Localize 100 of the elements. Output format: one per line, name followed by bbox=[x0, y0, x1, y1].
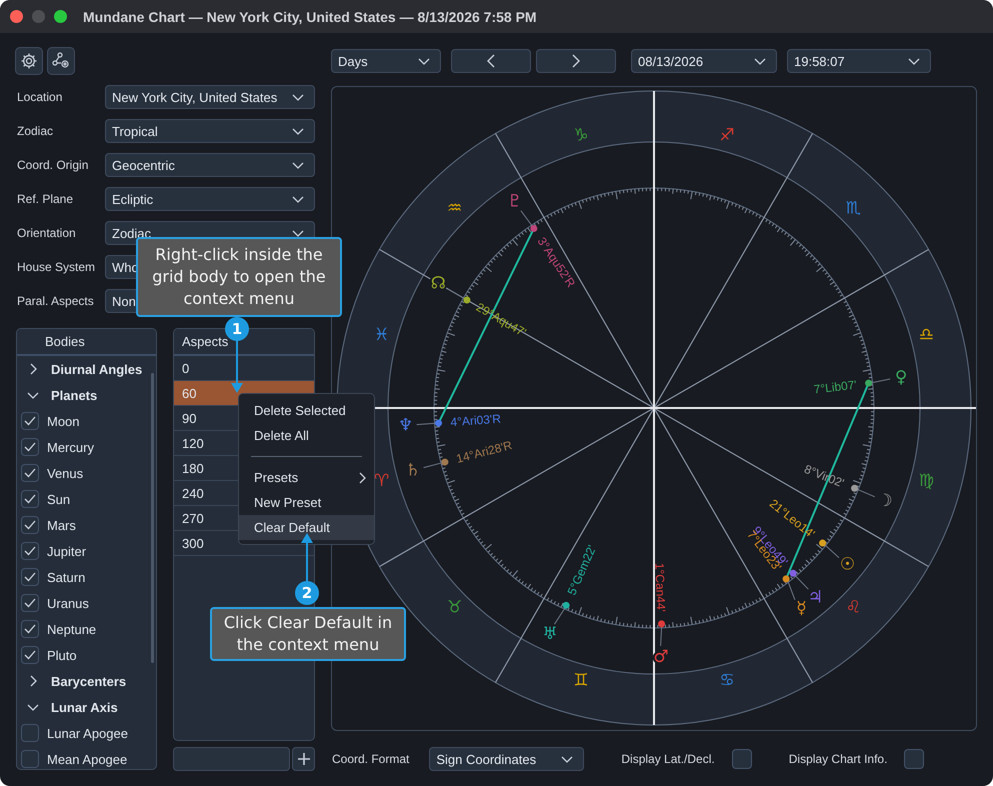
dropdown[interactable]: Ecliptic bbox=[105, 187, 315, 211]
checkbox[interactable] bbox=[21, 464, 39, 482]
plus-icon bbox=[296, 752, 310, 766]
chevron-down-icon bbox=[292, 94, 304, 100]
window-title: Mundane Chart — New York City, United States — 8/13/2026 7:58 PM bbox=[83, 8, 537, 24]
chevron-down-icon bbox=[561, 756, 574, 762]
group-label[interactable]: Diurnal Angles bbox=[51, 362, 142, 376]
dropdown[interactable]: Geocentric bbox=[105, 153, 315, 177]
menu-item[interactable]: Delete All bbox=[239, 423, 374, 448]
check-icon bbox=[24, 650, 36, 660]
planet-position-label: 1°Can44' bbox=[652, 562, 668, 612]
check-icon bbox=[24, 546, 36, 556]
checkbox[interactable] bbox=[904, 749, 924, 769]
chevron-down-icon bbox=[754, 58, 766, 64]
planet-symbol: ☉ bbox=[840, 554, 856, 575]
zoom-button[interactable] bbox=[54, 10, 67, 23]
menu-item[interactable]: Presets bbox=[239, 465, 374, 490]
zodiac-sign: ♍ bbox=[918, 470, 934, 491]
zodiac-sign: ♏ bbox=[846, 198, 862, 219]
zodiac-sign: ♋ bbox=[719, 670, 735, 690]
leader-line bbox=[447, 288, 465, 299]
chevron-down-icon bbox=[908, 58, 920, 64]
date-dropdown[interactable]: 08/13/2026 bbox=[631, 49, 777, 73]
dropdown[interactable]: Tropical bbox=[105, 119, 315, 143]
checkbox[interactable] bbox=[21, 594, 39, 612]
checkbox[interactable] bbox=[21, 750, 39, 768]
checkbox[interactable] bbox=[21, 620, 39, 638]
body-label: Saturn bbox=[47, 570, 86, 584]
planet-position-label: 4°Ari03'R bbox=[450, 412, 502, 430]
close-button[interactable] bbox=[10, 10, 23, 23]
leader-line bbox=[824, 544, 840, 558]
add-button[interactable] bbox=[292, 747, 315, 771]
check-icon bbox=[24, 416, 36, 426]
field-label: Coord. Format bbox=[332, 752, 410, 766]
dropdown[interactable]: Sign Coordinates bbox=[429, 747, 584, 771]
body-label: Lunar Apogee bbox=[47, 726, 128, 740]
zodiac-sign: ♐ bbox=[719, 126, 735, 146]
leader-line bbox=[423, 462, 442, 468]
planet-symbol: ♄ bbox=[405, 460, 421, 480]
dropdown[interactable]: New York City, United States bbox=[105, 85, 315, 109]
check-icon bbox=[24, 598, 36, 608]
body-label: Sun bbox=[47, 492, 70, 506]
callout-arrow bbox=[231, 339, 243, 393]
check-icon bbox=[24, 572, 36, 582]
body-label: Venus bbox=[47, 466, 84, 480]
planet-symbol: ♅ bbox=[542, 624, 558, 644]
planet-symbol: ♃ bbox=[808, 588, 823, 608]
field-label: Coord. Origin bbox=[16, 158, 90, 172]
checkbox[interactable] bbox=[21, 438, 39, 456]
field-label: Paral. Aspects bbox=[16, 294, 95, 308]
field-label: Zodiac bbox=[16, 124, 54, 138]
zodiac-sign: ♌ bbox=[846, 597, 862, 618]
field-label: Orientation bbox=[16, 226, 77, 240]
group-label[interactable]: Barycenters bbox=[51, 674, 126, 688]
input-field[interactable] bbox=[173, 747, 290, 771]
body-label: Mercury bbox=[47, 440, 94, 454]
checkbox[interactable] bbox=[21, 542, 39, 560]
nodes-gear-icon bbox=[52, 52, 70, 70]
gear-icon bbox=[20, 52, 38, 70]
leader-line bbox=[660, 626, 662, 646]
hint-tooltip: Right-click inside the grid body to open the context menu bbox=[136, 237, 342, 317]
field-label: Location bbox=[16, 90, 64, 104]
field-label: Ref. Plane bbox=[16, 192, 74, 206]
planet-symbol: ☿ bbox=[796, 598, 807, 619]
settings-button[interactable] bbox=[15, 47, 43, 75]
planet-symbol: ♀ bbox=[894, 368, 908, 388]
check-icon bbox=[24, 520, 36, 530]
body-label: Neptune bbox=[47, 622, 96, 636]
check-icon bbox=[24, 624, 36, 634]
menu-item[interactable]: Delete Selected bbox=[239, 398, 374, 423]
chevron-right-icon bbox=[359, 472, 366, 484]
time-dropdown[interactable]: 19:58:07 bbox=[787, 49, 931, 73]
planet-symbol: ♇ bbox=[507, 192, 522, 212]
checkbox[interactable] bbox=[21, 516, 39, 534]
check-icon bbox=[24, 494, 36, 504]
menu-item[interactable]: New Preset bbox=[239, 490, 374, 515]
chevron-right-icon bbox=[572, 54, 580, 68]
checkbox[interactable] bbox=[21, 490, 39, 508]
zodiac-sign: ♓ bbox=[374, 325, 390, 346]
menu-item[interactable]: Clear Default bbox=[239, 515, 374, 540]
field-label: House System bbox=[16, 260, 96, 274]
checkbox[interactable] bbox=[732, 749, 752, 769]
chevron-down-icon bbox=[292, 196, 304, 202]
graph-settings-button[interactable] bbox=[47, 47, 75, 75]
leader-line bbox=[554, 608, 566, 625]
group-label[interactable]: Lunar Axis bbox=[51, 700, 118, 714]
checkbox[interactable] bbox=[21, 412, 39, 430]
checkbox[interactable] bbox=[21, 568, 39, 586]
dropdown[interactable]: Days bbox=[331, 49, 441, 73]
chevron-down-icon bbox=[292, 162, 304, 168]
planet-symbol: ♆ bbox=[398, 415, 414, 436]
chevron-down-icon bbox=[292, 128, 304, 134]
scrollbar[interactable] bbox=[151, 373, 154, 663]
column-header: Bodies bbox=[17, 329, 156, 356]
chevron-down-icon bbox=[418, 58, 430, 64]
checkbox[interactable] bbox=[21, 724, 39, 742]
group-label[interactable]: Planets bbox=[51, 388, 98, 402]
zodiac-sign: ♈ bbox=[374, 470, 390, 491]
check-icon bbox=[24, 468, 36, 478]
checkbox[interactable] bbox=[21, 646, 39, 664]
